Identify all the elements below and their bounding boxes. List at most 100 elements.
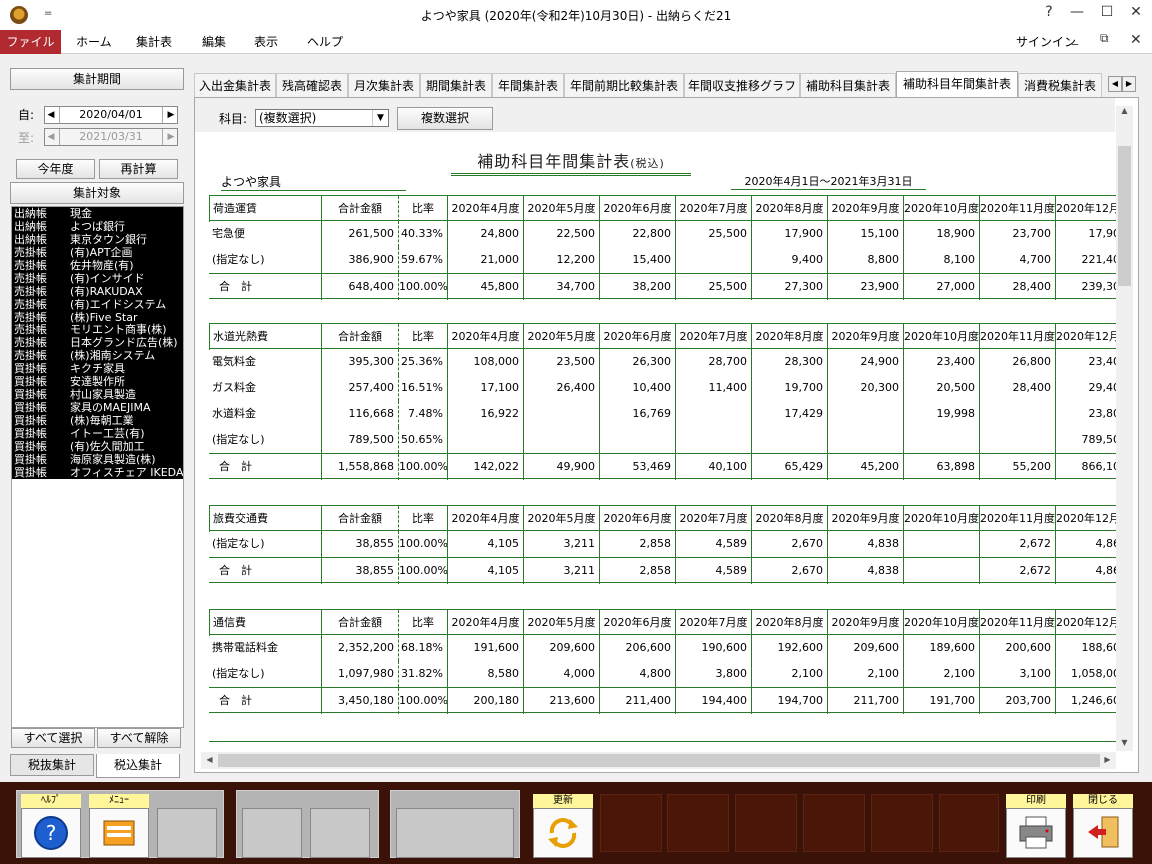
tax-included-tab[interactable]: 税込集計 — [96, 754, 180, 778]
target-list-item[interactable]: 出納帳 現金 — [12, 207, 183, 220]
tab-scroll-right-icon[interactable]: ▶ — [1122, 76, 1136, 92]
scroll-thumb[interactable] — [1118, 146, 1131, 286]
month-header: 2020年6月度 — [599, 610, 675, 636]
month-value: 10,400 — [599, 375, 675, 401]
tab-annual-comparison[interactable]: 年間前期比較集計表 — [564, 73, 684, 97]
select-all-button[interactable]: すべて選択 — [11, 728, 95, 748]
tab-scroll-left-icon[interactable]: ◀ — [1108, 76, 1122, 92]
month-value: 23,400 — [1055, 349, 1117, 375]
tab-home[interactable]: ホーム — [76, 30, 112, 54]
tab-monthly-summary[interactable]: 月次集計表 — [348, 73, 420, 97]
tax-excluded-tab[interactable]: 税抜集計 — [10, 754, 94, 776]
close-window-button[interactable]: ✕ — [1122, 4, 1150, 20]
target-list-item[interactable]: 売掛帳 (有)インサイド — [12, 271, 183, 285]
tab-cashflow-summary[interactable]: 入出金集計表 — [194, 73, 276, 97]
target-list-item[interactable]: 売掛帳 (株)Five Star — [12, 310, 183, 324]
refresh-button[interactable] — [533, 808, 593, 858]
ribbon-close-icon[interactable]: ✕ — [1130, 32, 1142, 48]
month-value: 194,400 — [675, 688, 751, 714]
ribbon-restore-icon[interactable]: ⧉ — [1100, 31, 1109, 46]
tab-balance-check[interactable]: 残高確認表 — [276, 73, 348, 97]
target-list-item[interactable]: 買掛帳 家具のMAEJIMA — [12, 401, 183, 414]
month-value: 24,900 — [827, 349, 903, 375]
month-value: 65,429 — [751, 454, 827, 480]
tab-edit[interactable]: 編集 — [202, 30, 226, 54]
target-list-item[interactable]: 買掛帳 イトー工芸(有) — [12, 426, 183, 440]
target-list-item[interactable]: 買掛帳 (株)毎朝工業 — [12, 414, 183, 427]
prev-arrow-icon[interactable]: ◀ — [45, 107, 57, 123]
target-list-item[interactable]: 出納帳 東京タウン銀行 — [12, 232, 183, 246]
scroll-up-icon[interactable]: ▲ — [1116, 106, 1133, 115]
report-sheet: 補助科目年間集計表(税込) よつや家具 2020年4月1日～2021年3月31日… — [201, 138, 1117, 752]
target-kind: 売掛帳 — [14, 310, 47, 324]
vertical-scrollbar[interactable]: ▲ ▼ — [1116, 106, 1133, 751]
recalc-button[interactable]: 再計算 — [99, 159, 178, 179]
scroll-thumb[interactable] — [218, 754, 1100, 767]
next-arrow-icon[interactable]: ▶ — [165, 107, 177, 123]
row-label: 宅急便 — [212, 227, 245, 240]
multi-select-button[interactable]: 複数選択 — [397, 107, 493, 130]
month-value: 25,500 — [675, 221, 751, 247]
tab-sub-account-annual[interactable]: 補助科目年間集計表 — [896, 71, 1018, 98]
scroll-down-icon[interactable]: ▼ — [1116, 738, 1133, 747]
target-kind: 売掛帳 — [14, 245, 47, 259]
target-list-item[interactable]: 買掛帳 海原家具製造(株) — [12, 452, 183, 466]
target-list-item[interactable]: 買掛帳 安達製作所 — [12, 375, 183, 388]
tab-summary[interactable]: 集計表 — [136, 30, 172, 54]
period-button[interactable]: 集計期間 — [10, 68, 184, 90]
from-date-field[interactable]: ◀ 2020/04/01 ▶ — [44, 106, 178, 124]
maximize-button[interactable]: ☐ — [1093, 4, 1121, 20]
month-value: 213,600 — [523, 688, 599, 714]
report-pane: 科目: (複数選択) ▼ 複数選択 補助科目年間集計表(税込) よつや家具 20… — [194, 97, 1139, 773]
target-list-item[interactable]: 売掛帳 (有)APT企画 — [12, 245, 183, 259]
month-value — [751, 427, 827, 453]
horizontal-scrollbar[interactable]: ◀ ▶ — [201, 752, 1116, 769]
ribbon-minimize-icon[interactable]: _ — [1072, 31, 1078, 45]
target-list-item[interactable]: 売掛帳 モリエント商事(株) — [12, 323, 183, 336]
chevron-down-icon[interactable]: ▼ — [372, 110, 388, 126]
month-value: 209,600 — [523, 635, 599, 661]
target-name: キクチ家具 — [70, 362, 125, 376]
table-row: (指定なし)789,50050.65%789,500 — [209, 427, 1117, 453]
scroll-left-icon[interactable]: ◀ — [201, 755, 218, 764]
target-list-item[interactable]: 売掛帳 日本グランド広告(株) — [12, 336, 183, 349]
month-header: 2020年7月度 — [675, 196, 751, 222]
target-list[interactable]: 出納帳 現金 出納帳 よつば銀行 出納帳 東京タウン銀行 売掛帳 (有)APT企画 売掛帳 佐井物… — [11, 206, 184, 728]
file-tab[interactable]: ファイル — [0, 30, 61, 54]
account-select[interactable]: (複数選択) ▼ — [255, 109, 389, 127]
target-list-item[interactable]: 買掛帳 (有)佐久間加工 — [12, 439, 183, 453]
target-list-item[interactable]: 売掛帳 (有)エイドシステム — [12, 297, 183, 311]
signin-link[interactable]: サインイン — [1016, 30, 1076, 54]
target-list-item[interactable]: 売掛帳 (有)RAKUDAX — [12, 284, 183, 298]
menu-button[interactable] — [89, 808, 149, 858]
scroll-right-icon[interactable]: ▶ — [1099, 755, 1116, 764]
target-button[interactable]: 集計対象 — [10, 182, 184, 204]
total-amount: 1,558,868 — [321, 454, 398, 480]
deselect-all-button[interactable]: すべて解除 — [97, 728, 181, 748]
target-name: 東京タウン銀行 — [70, 232, 147, 246]
minimize-button[interactable]: — — [1063, 4, 1091, 20]
this-year-button[interactable]: 今年度 — [16, 159, 95, 179]
empty-fkey — [600, 794, 662, 852]
print-button[interactable] — [1006, 808, 1066, 858]
month-header: 2020年10月度 — [903, 324, 979, 350]
window-title: よつや家具 (2020年(令和2年)10月30日) - 出納らくだ21 — [420, 9, 732, 23]
target-list-item[interactable]: 売掛帳 佐井物産(有) — [12, 258, 183, 272]
tab-period-summary[interactable]: 期間集計表 — [420, 73, 492, 97]
tab-annual-summary[interactable]: 年間集計表 — [492, 73, 564, 97]
close-button[interactable] — [1073, 808, 1133, 858]
target-list-item[interactable]: 買掛帳 オフィスチェア IKEDA — [12, 465, 183, 479]
tab-consumption-tax[interactable]: 消費税集計表 — [1018, 73, 1102, 97]
tab-help[interactable]: ヘルプ — [307, 30, 343, 54]
help-button[interactable]: ? — [21, 808, 81, 858]
target-name: (有)RAKUDAX — [70, 284, 143, 298]
tab-annual-graph[interactable]: 年間収支推移グラフ — [684, 73, 800, 97]
target-list-item[interactable]: 買掛帳 村山家具製造 — [12, 388, 183, 401]
help-icon[interactable]: ? — [1035, 4, 1063, 20]
target-list-item[interactable]: 出納帳 よつば銀行 — [12, 219, 183, 233]
empty-fkey — [735, 794, 797, 852]
target-list-item[interactable]: 売掛帳 (株)湘南システム — [12, 349, 183, 362]
tab-sub-account-summary[interactable]: 補助科目集計表 — [800, 73, 896, 97]
tab-view[interactable]: 表示 — [254, 30, 278, 54]
target-list-item[interactable]: 買掛帳 キクチ家具 — [12, 362, 183, 375]
